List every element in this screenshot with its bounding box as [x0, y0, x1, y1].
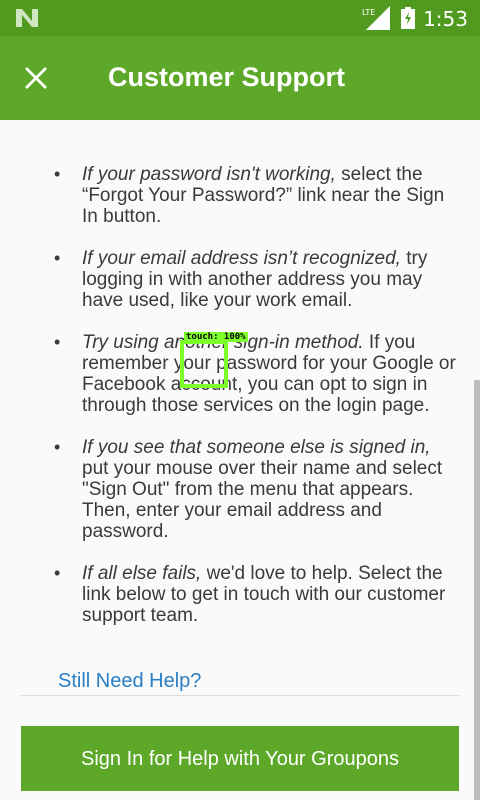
list-item: • Try using another sign-in method. If yo… — [52, 332, 462, 416]
support-content[interactable]: • If your password isn't working, select … — [0, 120, 480, 800]
app-bar: Customer Support — [0, 36, 480, 120]
tip-emphasis: If all else fails, — [82, 563, 202, 584]
page-title: Customer Support — [108, 62, 346, 92]
bullet-icon: • — [54, 332, 61, 352]
tip-text: put your mouse over their name and selec… — [82, 458, 443, 542]
list-item: • If you see that someone else is signed … — [52, 437, 462, 542]
bullet-icon: • — [54, 248, 61, 268]
tip-emphasis: If your email address isn’t recognized, — [82, 248, 401, 269]
status-bar: LTE 1:53 — [0, 0, 480, 36]
list-item: • If all else fails, we'd love to help. S… — [52, 563, 462, 626]
bullet-icon: • — [54, 563, 61, 583]
divider — [20, 695, 460, 696]
scrollbar[interactable] — [474, 380, 480, 800]
tip-emphasis: If your password isn't working, — [82, 164, 336, 185]
battery-charging-icon — [401, 7, 415, 29]
status-time: 1:53 — [423, 7, 468, 31]
still-need-help-link[interactable]: Still Need Help? — [58, 670, 201, 693]
close-icon[interactable] — [24, 66, 48, 90]
tips-list: • If your password isn't working, select … — [52, 164, 462, 647]
notification-n-icon — [16, 9, 38, 27]
sign-in-help-button[interactable]: Sign In for Help with Your Groupons — [21, 726, 459, 791]
touch-indicator — [180, 340, 228, 388]
list-item: • If your email address isn’t recognized,… — [52, 248, 462, 311]
tip-emphasis: If you see that someone else is signed i… — [82, 437, 431, 458]
bullet-icon: • — [54, 164, 61, 184]
list-item: • If your password isn't working, select … — [52, 164, 462, 227]
svg-text:LTE: LTE — [362, 8, 375, 17]
bullet-icon: • — [54, 437, 61, 457]
lte-signal-icon: LTE — [362, 6, 390, 30]
